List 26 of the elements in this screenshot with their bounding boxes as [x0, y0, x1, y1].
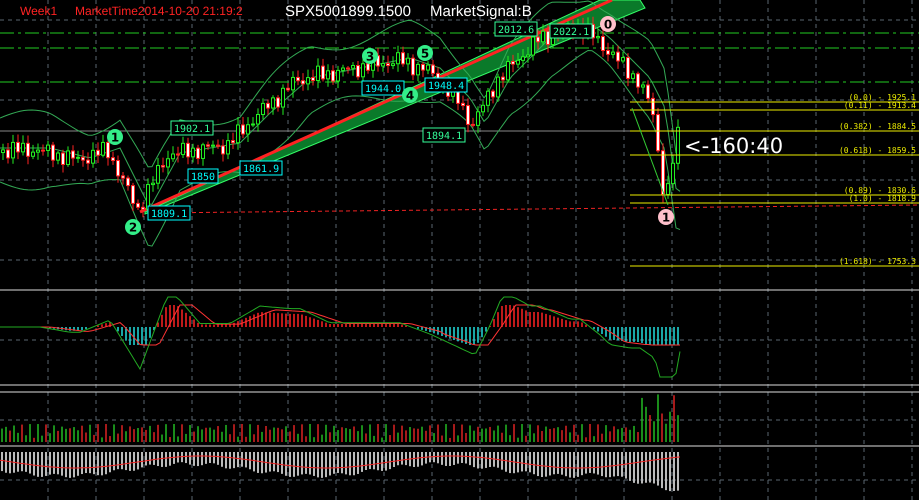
market-time-label: MarketTime2014-10-20 21:19:2 [75, 4, 243, 18]
countdown-label: <-160:40 [684, 134, 784, 158]
fib-level-label: (0.618) - 1859.5 [838, 146, 916, 155]
wave-marker-label: 0 [604, 18, 612, 32]
price-label: 2012.6 [498, 25, 534, 36]
price-label: 1809.1 [151, 209, 188, 220]
timeframe-label: Week1 [20, 4, 58, 18]
price-label: 1894.1 [426, 131, 462, 142]
wave-marker-label: 1 [110, 130, 120, 144]
wave-marker-label: 5 [420, 46, 430, 60]
wave-marker-label: 2 [128, 220, 138, 234]
price-label: 1902.1 [174, 124, 210, 135]
fib-level-label: (1.618) - 1753.3 [838, 257, 916, 266]
price-label: 1861.9 [243, 164, 280, 175]
wave-marker-label: 1 [662, 210, 670, 224]
fib-level-label: (0.89) - 1830.6 [844, 186, 916, 195]
fib-level-label: (0.0) - 1925.1 [848, 93, 916, 102]
price-label: 1944.0 [365, 84, 402, 95]
price-label: 2022.1 [553, 27, 590, 38]
wave-marker-label: 3 [366, 50, 374, 64]
fib-level-label: (0.382) - 1884.5 [838, 122, 916, 131]
price-label: 1850 [191, 172, 216, 183]
market-signal-label: MarketSignal:B [430, 3, 532, 20]
wave-marker-label: 4 [406, 88, 414, 102]
price-label: 1948.4 [428, 81, 464, 92]
symbol-price-label: SPX5001899.1500 [285, 3, 411, 20]
